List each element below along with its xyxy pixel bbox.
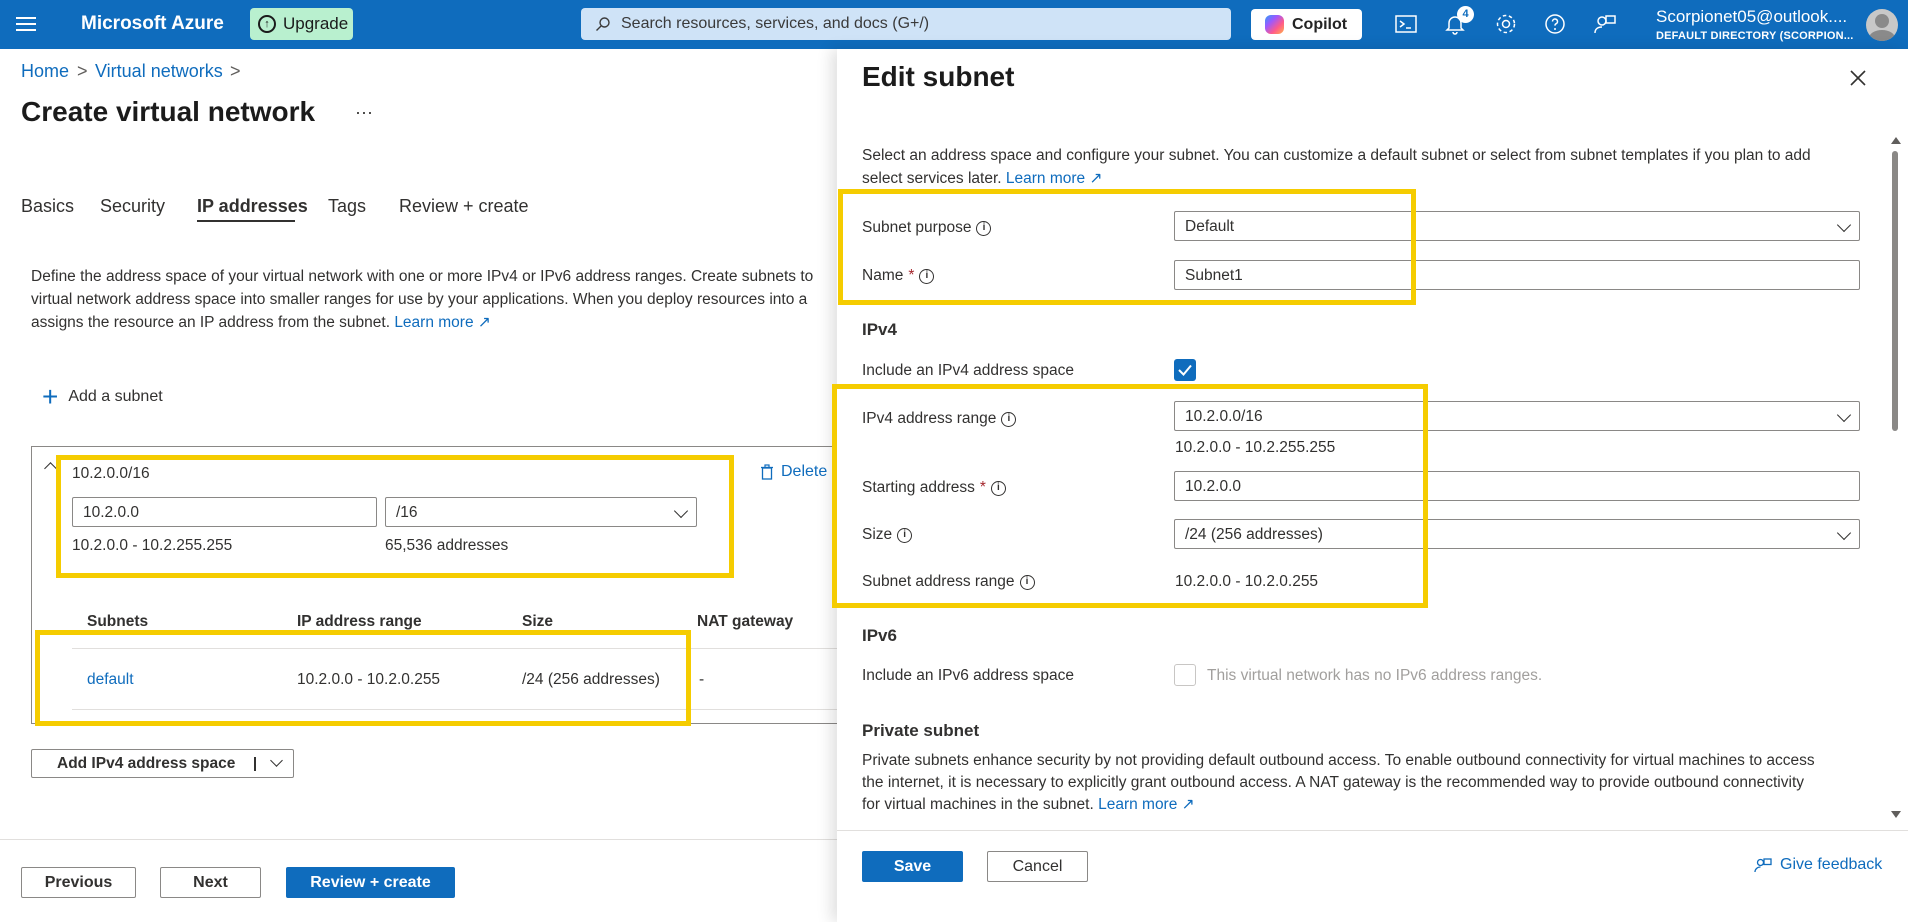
search-placeholder: Search resources, services, and docs (G+… [621, 15, 930, 32]
trash-icon [761, 464, 773, 480]
external-link-icon: ↗ [1089, 170, 1103, 187]
external-link-icon: ↗ [477, 314, 491, 331]
avatar[interactable] [1866, 9, 1898, 41]
notification-badge: 4 [1457, 6, 1474, 23]
split-divider [254, 757, 256, 771]
plus-icon: + [42, 381, 59, 412]
active-tab-indicator [197, 220, 295, 222]
learn-more-link[interactable]: Learn more [1006, 170, 1085, 187]
private-line: Private subnets enhance security by not … [862, 752, 1815, 769]
private-line: for virtual machines in the subnet. [862, 796, 1094, 813]
copilot-label: Copilot [1292, 15, 1348, 33]
delete-label: Delete [781, 463, 828, 480]
breadcrumb-separator: > [230, 61, 241, 81]
feedback-icon [1754, 858, 1772, 873]
review-create-button[interactable]: Review + create [286, 867, 455, 898]
cloud-shell-icon[interactable] [1394, 12, 1418, 36]
breadcrumb-home[interactable]: Home [21, 61, 69, 82]
panel-footer-divider [837, 830, 1908, 831]
page-title: Create virtual network [21, 96, 316, 127]
learn-more-link[interactable]: Learn more [394, 314, 473, 331]
external-link-icon: ↗ [1181, 796, 1195, 813]
include-ipv4-label: Include an IPv4 address space [862, 362, 1074, 379]
include-ipv6-label: Include an IPv6 address space [862, 667, 1074, 684]
private-subnet-heading: Private subnet [862, 721, 980, 740]
panel-intro: Select an address space and configure yo… [862, 144, 1872, 190]
chevron-down-icon [1836, 407, 1852, 423]
search-icon [596, 17, 610, 32]
learn-more-link[interactable]: Learn more [1098, 796, 1177, 813]
tab-tags[interactable]: Tags [328, 196, 366, 217]
arrow-up-icon: ↑ [258, 15, 276, 33]
edit-subnet-panel: Edit subnet Select an address space and … [832, 49, 1908, 922]
hamburger-menu-icon[interactable] [16, 14, 36, 34]
next-button[interactable]: Next [160, 867, 261, 898]
table-header-subnets: Subnets [87, 613, 149, 630]
description-line: virtual network address space into small… [31, 291, 808, 308]
chevron-down-icon[interactable] [270, 754, 283, 767]
private-line: the internet, it is necessary to explici… [862, 774, 1804, 791]
previous-button[interactable]: Previous [21, 867, 136, 898]
upgrade-button[interactable]: ↑ Upgrade [250, 8, 353, 40]
cancel-button[interactable]: Cancel [987, 851, 1088, 882]
give-feedback-label: Give feedback [1780, 856, 1883, 873]
highlight-box [35, 630, 691, 726]
include-ipv6-checkbox[interactable] [1174, 664, 1196, 686]
add-ipv4-label: Add IPv4 address space [57, 754, 236, 772]
search-input[interactable]: Search resources, services, and docs (G+… [581, 8, 1231, 40]
upgrade-label: Upgrade [283, 14, 349, 33]
tab-security[interactable]: Security [100, 196, 165, 217]
table-header-range: IP address range [297, 613, 422, 630]
ipv4-heading: IPv4 [862, 320, 897, 339]
table-header-nat: NAT gateway [697, 613, 794, 630]
tab-basics[interactable]: Basics [21, 196, 74, 217]
breadcrumb-separator: > [77, 61, 88, 81]
tab-ip-addresses[interactable]: IP addresses [197, 196, 308, 217]
scroll-thumb[interactable] [1892, 151, 1898, 431]
add-subnet-label: Add a subnet [68, 388, 163, 405]
give-feedback-button[interactable]: Give feedback [1754, 856, 1882, 874]
highlight-box [832, 384, 1428, 608]
gear-icon[interactable] [1494, 12, 1518, 36]
intro-line: Select an address space and configure yo… [862, 147, 1811, 164]
ipv6-heading: IPv6 [862, 626, 897, 645]
breadcrumb-virtual-networks[interactable]: Virtual networks [95, 61, 223, 82]
scroll-down-arrow-icon[interactable] [1891, 811, 1901, 818]
account-name[interactable]: Scorpionet05@outlook.... [1656, 7, 1847, 27]
highlight-box [838, 189, 1416, 305]
chevron-down-icon [1836, 217, 1852, 233]
description-text: Define the address space of your virtual… [31, 265, 851, 334]
add-ipv4-address-space-button[interactable]: Add IPv4 address space [31, 749, 294, 778]
tab-review-create[interactable]: Review + create [399, 196, 529, 217]
panel-scrollbar[interactable] [1888, 137, 1902, 818]
footer-divider [0, 839, 838, 840]
top-bar: Microsoft Azure ↑ Upgrade Search resourc… [0, 0, 1908, 49]
copilot-button[interactable]: Copilot [1251, 9, 1362, 40]
include-ipv4-checkbox[interactable] [1174, 359, 1196, 381]
account-directory: DEFAULT DIRECTORY (SCORPION... [1656, 30, 1854, 42]
close-icon[interactable] [1847, 67, 1869, 89]
scroll-up-arrow-icon[interactable] [1891, 137, 1901, 144]
delete-button[interactable]: Delete [760, 463, 827, 481]
add-subnet-button[interactable]: + Add a subnet [42, 381, 163, 412]
copilot-icon [1265, 15, 1284, 34]
subnet-nat-cell: - [699, 671, 705, 688]
table-header-size: Size [522, 613, 554, 630]
ipv6-note: This virtual network has no IPv6 address… [1207, 667, 1543, 684]
intro-line: select services later. [862, 170, 1002, 187]
brand-label[interactable]: Microsoft Azure [81, 13, 224, 35]
highlight-box [56, 455, 734, 578]
panel-title: Edit subnet [862, 61, 1015, 92]
description-line: Define the address space of your virtual… [31, 268, 814, 285]
more-options-button[interactable]: ··· [355, 102, 373, 123]
save-button[interactable]: Save [862, 851, 963, 882]
private-subnet-text: Private subnets enhance security by not … [862, 750, 1872, 816]
help-icon[interactable] [1543, 12, 1567, 36]
feedback-icon[interactable] [1593, 12, 1617, 36]
chevron-down-icon [1836, 525, 1852, 541]
description-line: assigns the resource an IP address from … [31, 314, 390, 331]
